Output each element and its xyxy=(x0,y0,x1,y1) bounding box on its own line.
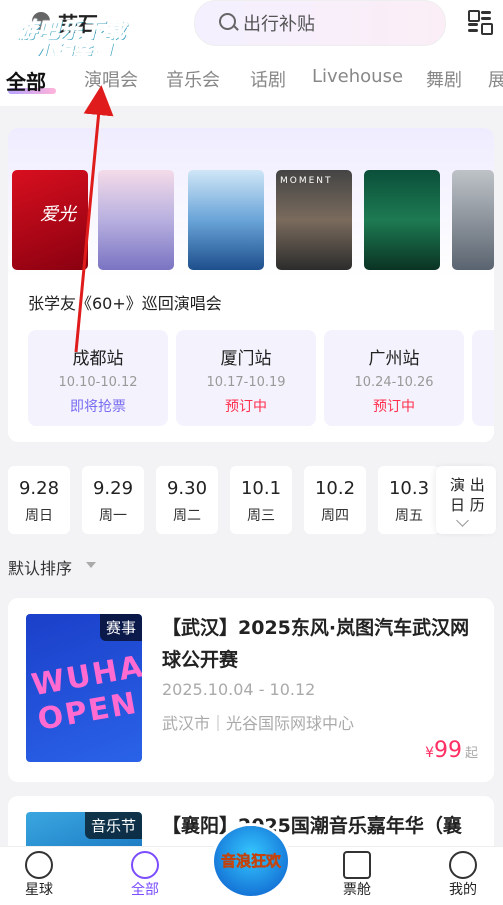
annotation-arrow xyxy=(74,85,114,353)
